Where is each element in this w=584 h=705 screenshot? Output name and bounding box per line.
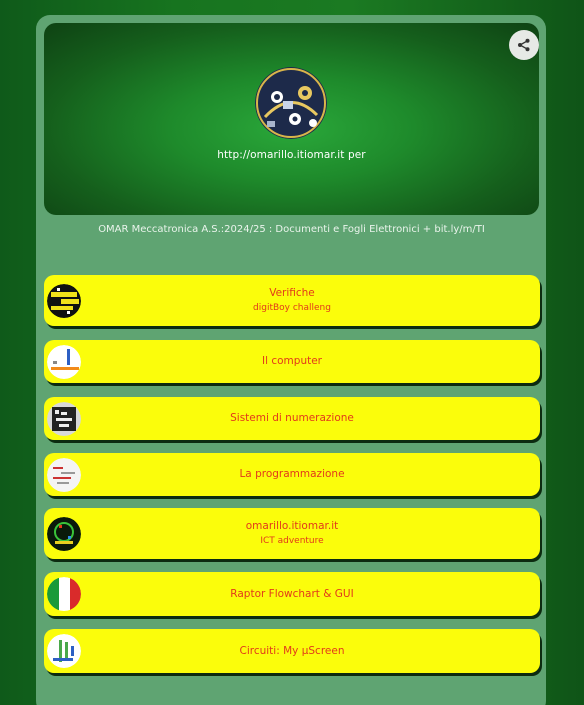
link-title: Verifiche [269,287,315,299]
link-title: Circuiti: My µScreen [239,644,345,657]
link-verifiche[interactable]: Verifiche digitBoy challeng [44,275,540,326]
link-la-programmazione[interactable]: La programmazione [44,453,540,496]
link-circuiti-my-uscreen[interactable]: Circuiti: My µScreen [44,629,540,673]
profile-avatar [255,67,327,139]
verifiche-thumbnail [47,283,81,318]
italy-flag-thumbnail [47,577,81,611]
link-title: Sistemi di numerazione [230,412,354,424]
ict-adventure-thumbnail [47,516,81,551]
link-il-computer[interactable]: Il computer [44,340,540,383]
profile-description: OMAR Meccatronica A.S.:2024/25 : Documen… [98,224,485,235]
link-title: Il computer [262,355,322,367]
link-subtitle: ICT adventure [260,536,324,546]
circuit-thumbnail [47,634,81,668]
share-button[interactable] [509,30,539,60]
profile-url: http://omarillo.itiomar.it per [217,149,366,161]
link-sistemi-numerazione[interactable]: Sistemi di numerazione [44,397,540,440]
computer-thumbnail [47,344,81,379]
programmazione-thumbnail [47,457,81,492]
numerazione-thumbnail [47,401,81,436]
link-title: omarillo.itiomar.it [245,520,339,532]
share-icon [518,38,530,52]
link-omarillo-itiomar[interactable]: omarillo.itiomar.it ICT adventure [44,508,540,559]
link-raptor-flowchart[interactable]: Raptor Flowchart & GUI [44,572,540,616]
profile-header: http://omarillo.itiomar.it per [44,23,539,215]
link-title: La programmazione [239,468,345,480]
link-title: Raptor Flowchart & GUI [230,587,354,600]
link-subtitle: digitBoy challeng [253,303,331,313]
